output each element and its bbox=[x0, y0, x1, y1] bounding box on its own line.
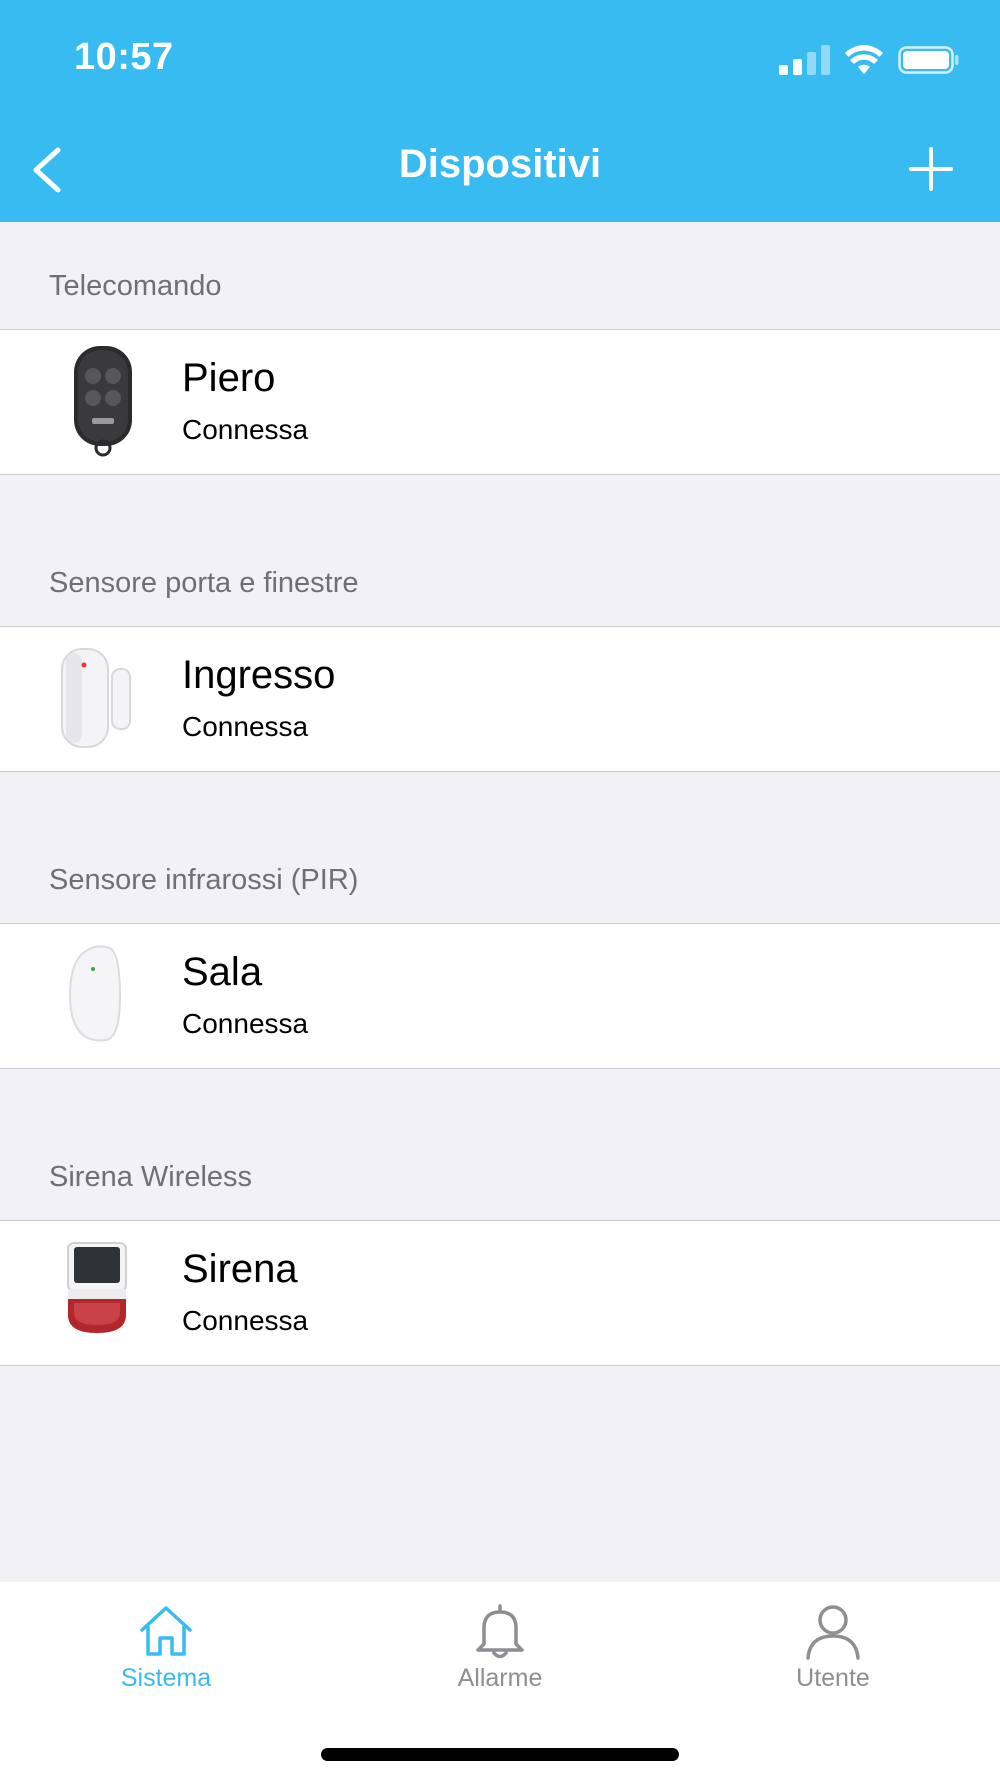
cellular-signal-icon bbox=[779, 45, 830, 75]
remote-keyfob-icon bbox=[74, 346, 132, 457]
tab-allarme[interactable]: Allarme bbox=[400, 1600, 600, 1710]
bell-icon bbox=[476, 1604, 524, 1659]
app-header: 10:57 Dispositivi bbox=[0, 0, 1000, 222]
device-row-piero[interactable]: Piero Connessa bbox=[0, 329, 1000, 475]
wifi-icon bbox=[845, 45, 883, 74]
tab-utente[interactable]: Utente bbox=[733, 1600, 933, 1710]
device-status: Connessa bbox=[182, 711, 309, 742]
device-status: Connessa bbox=[182, 1305, 309, 1336]
plus-icon bbox=[909, 147, 953, 191]
tab-label: Allarme bbox=[457, 1664, 543, 1692]
section-header-sirena: Sirena Wireless bbox=[49, 1161, 253, 1193]
device-status: Connessa bbox=[182, 1008, 309, 1039]
device-name: Piero bbox=[182, 356, 276, 400]
device-status: Connessa bbox=[182, 414, 309, 445]
section-header-sensore-pir: Sensore infrarossi (PIR) bbox=[49, 864, 359, 896]
section-header-telecomando: Telecomando bbox=[49, 270, 222, 302]
tab-bar: Sistema Allarme Utente bbox=[0, 1582, 1000, 1778]
home-indicator bbox=[321, 1748, 679, 1761]
siren-icon bbox=[67, 1242, 127, 1333]
device-row-ingresso[interactable]: Ingresso Connessa bbox=[0, 626, 1000, 772]
device-name: Ingresso bbox=[182, 653, 336, 697]
user-icon bbox=[806, 1605, 860, 1660]
page-title: Dispositivi bbox=[398, 142, 602, 186]
device-row-sirena[interactable]: Sirena Connessa bbox=[0, 1220, 1000, 1366]
device-name: Sirena bbox=[182, 1247, 298, 1291]
home-icon bbox=[140, 1606, 192, 1656]
tab-sistema[interactable]: Sistema bbox=[66, 1600, 266, 1710]
section-header-sensore-porta: Sensore porta e finestre bbox=[49, 567, 359, 599]
status-icons bbox=[779, 40, 960, 80]
battery-icon bbox=[898, 46, 959, 74]
pir-sensor-icon bbox=[68, 945, 122, 1042]
device-name: Sala bbox=[182, 950, 263, 994]
status-time: 10:57 bbox=[74, 36, 174, 78]
tab-label: Sistema bbox=[120, 1664, 212, 1692]
door-sensor-icon bbox=[61, 648, 131, 748]
device-row-sala[interactable]: Sala Connessa bbox=[0, 923, 1000, 1069]
add-device-button[interactable] bbox=[908, 146, 954, 192]
tab-label: Utente bbox=[796, 1664, 870, 1692]
